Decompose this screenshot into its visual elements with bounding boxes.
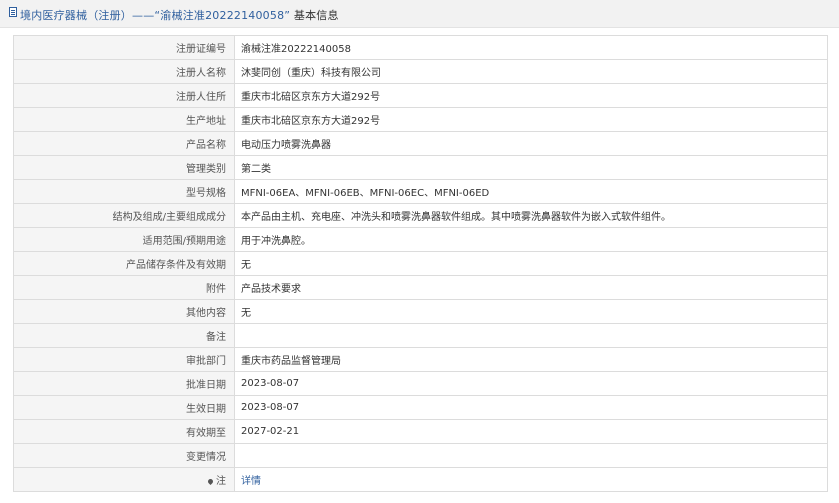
row-value: 2023-08-07: [234, 371, 828, 396]
row-value: 本产品由主机、充电座、冲洗头和喷雾洗鼻器软件组成。其中喷雾洗鼻器软件为嵌入式软件…: [234, 203, 828, 228]
page-title-main: 境内医疗器械（注册）——“渝械注准20222140058”: [20, 9, 291, 22]
row-label: 适用范围/预期用途: [13, 227, 235, 252]
row-value: MFNI-06EA、MFNI-06EB、MFNI-06EC、MFNI-06ED: [234, 179, 828, 204]
table-row: 注册证编号 渝械注准20222140058: [13, 35, 828, 60]
row-label: 注册人住所: [13, 83, 235, 108]
page-header: 境内医疗器械（注册）——“渝械注准20222140058” 基本信息: [0, 0, 839, 28]
row-label: 产品名称: [13, 131, 235, 156]
row-value: 产品技术要求: [234, 275, 828, 300]
table-row: 生产地址 重庆市北碚区京东方大道292号: [13, 107, 828, 132]
row-value: 重庆市北碚区京东方大道292号: [234, 83, 828, 108]
table-row: 产品储存条件及有效期无: [13, 251, 828, 276]
note-value-cell: 详情: [234, 467, 828, 492]
table-row: 生效日期 2023-08-07: [13, 395, 828, 420]
note-label-cell: 注: [13, 467, 235, 492]
row-value: 用于冲洗鼻腔。: [234, 227, 828, 252]
table-row: 变更情况: [13, 443, 828, 468]
details-link[interactable]: 详情: [241, 476, 261, 487]
table-row: 附件 产品技术要求: [13, 275, 828, 300]
table-row: 备注: [13, 323, 828, 348]
row-label: 结构及组成/主要组成成分: [13, 203, 235, 228]
table-row: 适用范围/预期用途 用于冲洗鼻腔。: [13, 227, 828, 252]
detail-table-body: 注册证编号 渝械注准20222140058 注册人名称 沐斐同创（重庆）科技有限公司注…: [13, 35, 828, 492]
row-value: 无: [234, 299, 828, 324]
row-value: 无: [234, 251, 828, 276]
row-value: 2027-02-21: [234, 419, 828, 444]
table-row: 注册人住所 重庆市北碚区京东方大道292号: [13, 83, 828, 108]
table-row: 管理类别 第二类: [13, 155, 828, 180]
row-label: 生效日期: [13, 395, 235, 420]
table-row: 其他内容无: [13, 299, 828, 324]
row-label: 管理类别: [13, 155, 235, 180]
row-label: 产品储存条件及有效期: [13, 251, 235, 276]
row-value: 渝械注准20222140058: [234, 35, 828, 60]
table-row: 批准日期 2023-08-07: [13, 371, 828, 396]
document-icon: [9, 7, 17, 17]
row-value: 沐斐同创（重庆）科技有限公司: [234, 59, 828, 84]
row-value: 重庆市北碚区京东方大道292号: [234, 107, 828, 132]
row-label: 注册人名称: [13, 59, 235, 84]
row-value: 2023-08-07: [234, 395, 828, 420]
row-value: 第二类: [234, 155, 828, 180]
row-label: 型号规格: [13, 179, 235, 204]
table-row: 型号规格 MFNI-06EA、MFNI-06EB、MFNI-06EC、MFNI-0…: [13, 179, 828, 204]
row-label: 附件: [13, 275, 235, 300]
row-value: [234, 443, 828, 468]
table-row: 有效期至 2027-02-21: [13, 419, 828, 444]
note-row: 注 详情: [13, 467, 828, 492]
row-label: 有效期至: [13, 419, 235, 444]
row-value: 电动压力喷雾洗鼻器: [234, 131, 828, 156]
row-label: 变更情况: [13, 443, 235, 468]
row-label: 备注: [13, 323, 235, 348]
pin-icon: [206, 477, 215, 486]
table-row: 审批部门 重庆市药品监督管理局: [13, 347, 828, 372]
row-label: 注册证编号: [13, 35, 235, 60]
row-label: 审批部门: [13, 347, 235, 372]
row-value: 重庆市药品监督管理局: [234, 347, 828, 372]
page-title: 境内医疗器械（注册）——“渝械注准20222140058” 基本信息: [20, 7, 339, 23]
detail-table: 注册证编号 渝械注准20222140058 注册人名称 沐斐同创（重庆）科技有限公司注…: [13, 35, 828, 492]
table-row: 结构及组成/主要组成成分 本产品由主机、充电座、冲洗头和喷雾洗鼻器软件组成。其中喷…: [13, 203, 828, 228]
note-label: 注: [216, 476, 226, 487]
table-row: 产品名称 电动压力喷雾洗鼻器: [13, 131, 828, 156]
table-row: 注册人名称 沐斐同创（重庆）科技有限公司: [13, 59, 828, 84]
row-label: 其他内容: [13, 299, 235, 324]
row-value: [234, 323, 828, 348]
row-label: 批准日期: [13, 371, 235, 396]
row-label: 生产地址: [13, 107, 235, 132]
page-title-suffix: 基本信息: [293, 9, 339, 22]
